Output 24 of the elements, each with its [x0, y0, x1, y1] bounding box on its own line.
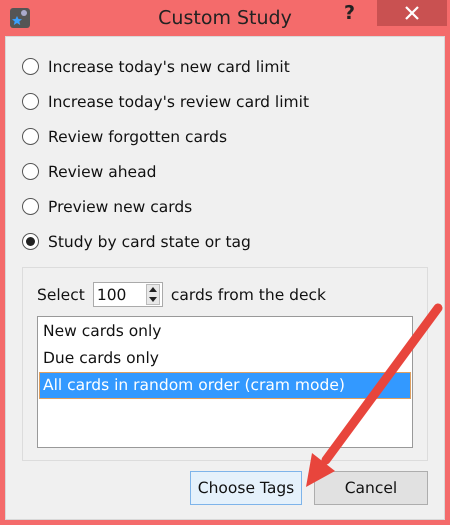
cancel-button[interactable]: Cancel	[314, 471, 428, 505]
close-icon	[405, 6, 419, 20]
window-title: Custom Study	[158, 7, 292, 29]
choose-tags-button[interactable]: Choose Tags	[190, 471, 302, 505]
suffix-label: cards from the deck	[170, 286, 326, 304]
star-app-icon	[10, 8, 30, 28]
select-label: Select	[37, 286, 85, 304]
close-button[interactable]	[377, 0, 447, 26]
radio-button[interactable]	[22, 93, 39, 110]
radio-option[interactable]: Review forgotten cards	[22, 119, 428, 154]
spin-arrows-icon[interactable]	[146, 284, 160, 305]
radio-button[interactable]	[22, 163, 39, 180]
radio-option[interactable]: Study by card state or tag	[22, 224, 428, 259]
list-item[interactable]: Due cards only	[39, 345, 411, 372]
radio-button[interactable]	[22, 128, 39, 145]
radio-option[interactable]: Increase today's new card limit	[22, 49, 428, 84]
radio-button[interactable]	[22, 198, 39, 215]
radio-button[interactable]	[22, 58, 39, 75]
radio-button[interactable]	[22, 233, 39, 250]
help-button[interactable]: ?	[340, 2, 360, 24]
list-item[interactable]: New cards only	[39, 318, 411, 345]
radio-option[interactable]: Preview new cards	[22, 189, 428, 224]
radio-option[interactable]: Increase today's review card limit	[22, 84, 428, 119]
radio-option[interactable]: Review ahead	[22, 154, 428, 189]
